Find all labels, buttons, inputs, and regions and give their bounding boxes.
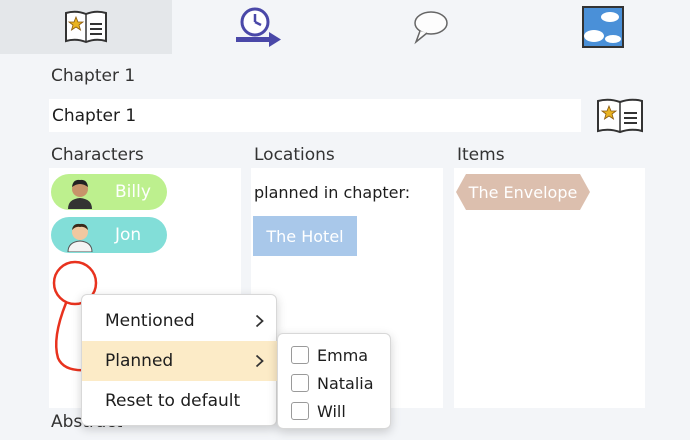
- tab-dialogue[interactable]: [344, 0, 516, 54]
- tab-timeline[interactable]: [172, 0, 344, 54]
- chapter-title-input[interactable]: [49, 99, 581, 132]
- submenu-option-label: Natalia: [317, 373, 374, 393]
- avatar-icon: [68, 179, 92, 209]
- menu-item-reset-to-default[interactable]: Reset to default: [82, 381, 278, 421]
- locations-planned-label: planned in chapter:: [254, 183, 411, 202]
- locations-heading: Locations: [254, 145, 335, 165]
- menu-item-label: Planned: [105, 351, 174, 371]
- item-the-envelope[interactable]: The Envelope: [456, 174, 590, 214]
- chapter-label: Chapter 1: [51, 66, 136, 86]
- chevron-right-icon: [255, 354, 264, 368]
- submenu-option-will[interactable]: Will: [291, 400, 346, 422]
- checkbox[interactable]: [291, 374, 309, 392]
- characters-heading: Characters: [51, 145, 144, 165]
- submenu-option-label: Will: [317, 401, 346, 421]
- planned-submenu: Emma Natalia Will: [277, 333, 391, 429]
- tab-chapter[interactable]: [0, 0, 172, 54]
- character-name: Billy: [115, 182, 151, 202]
- avatar-icon: [67, 223, 93, 252]
- tab-scene[interactable]: [516, 0, 690, 54]
- character-jon[interactable]: Jon: [51, 217, 167, 253]
- item-name: The Envelope: [468, 182, 578, 202]
- items-heading: Items: [457, 145, 505, 165]
- top-tab-bar: [0, 0, 690, 54]
- submenu-option-emma[interactable]: Emma: [291, 344, 368, 366]
- context-menu: Mentioned Planned Reset to default: [81, 294, 278, 426]
- checkbox[interactable]: [291, 402, 309, 420]
- checkbox[interactable]: [291, 346, 309, 364]
- submenu-option-label: Emma: [317, 345, 369, 365]
- speech-bubble-icon: [414, 11, 448, 45]
- menu-item-label: Reset to default: [105, 391, 241, 411]
- character-billy[interactable]: Billy: [51, 174, 167, 210]
- chapter-book-icon: [65, 10, 107, 44]
- character-name: Jon: [115, 225, 142, 245]
- sky-picture-icon: [582, 6, 624, 48]
- chapter-book-icon: [597, 98, 643, 134]
- menu-item-mentioned[interactable]: Mentioned: [82, 301, 278, 341]
- menu-item-planned[interactable]: Planned: [82, 341, 278, 381]
- chevron-right-icon: [255, 314, 264, 328]
- menu-item-label: Mentioned: [105, 311, 195, 331]
- clock-arrow-icon: [236, 7, 281, 47]
- location-the-hotel[interactable]: The Hotel: [253, 216, 357, 256]
- chapter-icon-button[interactable]: [595, 95, 645, 141]
- submenu-option-natalia[interactable]: Natalia: [291, 372, 374, 394]
